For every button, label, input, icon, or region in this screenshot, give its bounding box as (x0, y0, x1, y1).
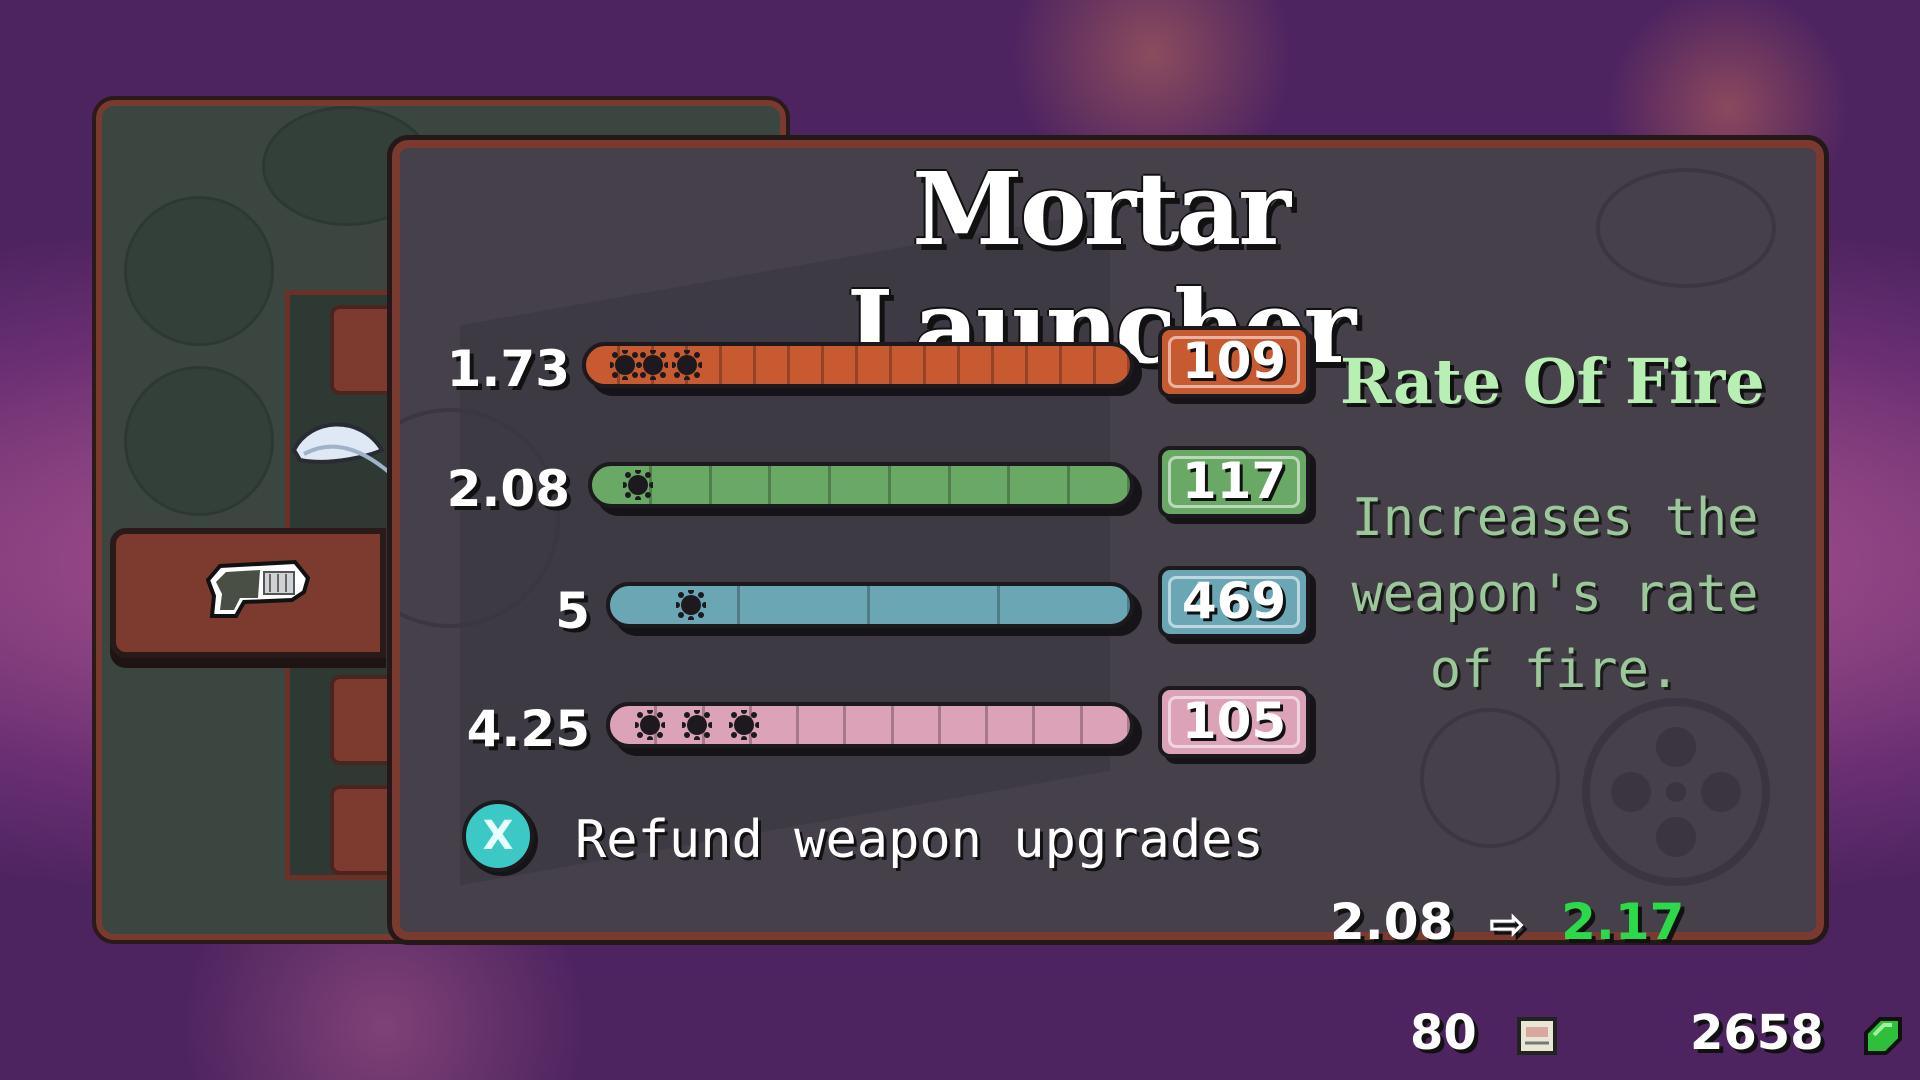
bar-segment (1028, 346, 1062, 384)
stat-value: 4.25 (466, 700, 590, 758)
bar-segment (894, 706, 941, 744)
bar-segment (610, 586, 740, 624)
next-value: 2.17 (1561, 893, 1685, 951)
upgrade-cost-button[interactable]: 469 (1158, 566, 1310, 638)
bar-segment (1070, 466, 1130, 504)
stat-bar-2[interactable] (588, 462, 1134, 508)
bar-segment (846, 706, 894, 744)
mortar-launcher-icon (205, 559, 311, 618)
bar-segment (771, 466, 832, 504)
bar-segment (790, 346, 824, 384)
bar-segment (892, 346, 926, 384)
stat-value: 1.73 (446, 340, 570, 398)
stat-preview: 2.08 ⇨ 2.17 (1330, 893, 1684, 963)
bar-segment (1000, 586, 1130, 624)
upgrade-mark-icon (622, 470, 653, 500)
bar-segment (926, 346, 960, 384)
upgrade-cost-button[interactable]: 105 (1158, 686, 1310, 758)
bar-segment (951, 466, 1011, 504)
upgrade-mark-icon (672, 350, 702, 380)
scroll-icon (1516, 1017, 1557, 1055)
bar-segment (722, 346, 756, 384)
stat-value: 2.08 (446, 460, 570, 518)
upgrade-mark-icon (638, 350, 668, 380)
upgrade-mark-icon (676, 590, 706, 620)
decor-circle (124, 366, 274, 516)
decor-circle (124, 196, 274, 346)
bar-segment (1035, 706, 1083, 744)
upgrade-cost-button[interactable]: 117 (1158, 446, 1310, 518)
bar-segment (1096, 346, 1130, 384)
bar-segment (652, 466, 712, 504)
weapon-tab[interactable] (330, 785, 400, 875)
bar-segment (994, 346, 1028, 384)
bar-segment (941, 706, 989, 744)
bar-segment (858, 346, 892, 384)
decor-swirl (1596, 168, 1776, 288)
upgrade-mark-icon (729, 710, 760, 740)
bar-segment (960, 346, 994, 384)
upgrade-mark-icon (681, 710, 712, 740)
weapon-tab[interactable] (330, 675, 400, 765)
film-reel-icon (1582, 698, 1770, 886)
bar-segment (712, 466, 772, 504)
bar-segment (891, 466, 951, 504)
stat-bar-3[interactable] (606, 582, 1134, 628)
bar-segment (824, 346, 858, 384)
scroll-currency: 80 (1410, 1005, 1560, 1065)
bar-segment (756, 346, 790, 384)
weapon-tab[interactable] (330, 305, 400, 395)
current-value: 2.08 (1330, 893, 1454, 951)
bar-segment (740, 586, 870, 624)
bar-segment (1062, 346, 1096, 384)
scroll-count: 80 (1410, 1005, 1477, 1061)
green-gem-icon (1864, 1017, 1903, 1055)
stat-value: 5 (555, 582, 590, 640)
upgrade-mark-icon (634, 710, 665, 740)
gem-currency: 2658 (1690, 1005, 1906, 1065)
bar-segment (799, 706, 847, 744)
refund-label[interactable]: Refund weapon upgrades (575, 810, 1335, 870)
upgrade-mark-icon (610, 350, 640, 380)
stat-bar-4[interactable] (606, 702, 1134, 748)
upgrade-cost-button[interactable]: 109 (1158, 326, 1310, 398)
decor-swirl (1420, 708, 1560, 848)
bar-segment (1083, 706, 1130, 744)
gem-count: 2658 (1690, 1005, 1824, 1061)
bar-segment (870, 586, 1000, 624)
stat-bar-1[interactable] (582, 342, 1134, 388)
bar-segment (988, 706, 1036, 744)
refund-button-prompt[interactable]: X (462, 800, 534, 872)
bar-segment (1010, 466, 1071, 504)
bar-segment (831, 466, 891, 504)
selected-stat-title: Rate Of Fire (1340, 345, 1765, 418)
selected-stat-description: Increases the weapon's rate of fire. (1351, 488, 1759, 700)
arrow-right-icon: ⇨ (1488, 899, 1526, 950)
